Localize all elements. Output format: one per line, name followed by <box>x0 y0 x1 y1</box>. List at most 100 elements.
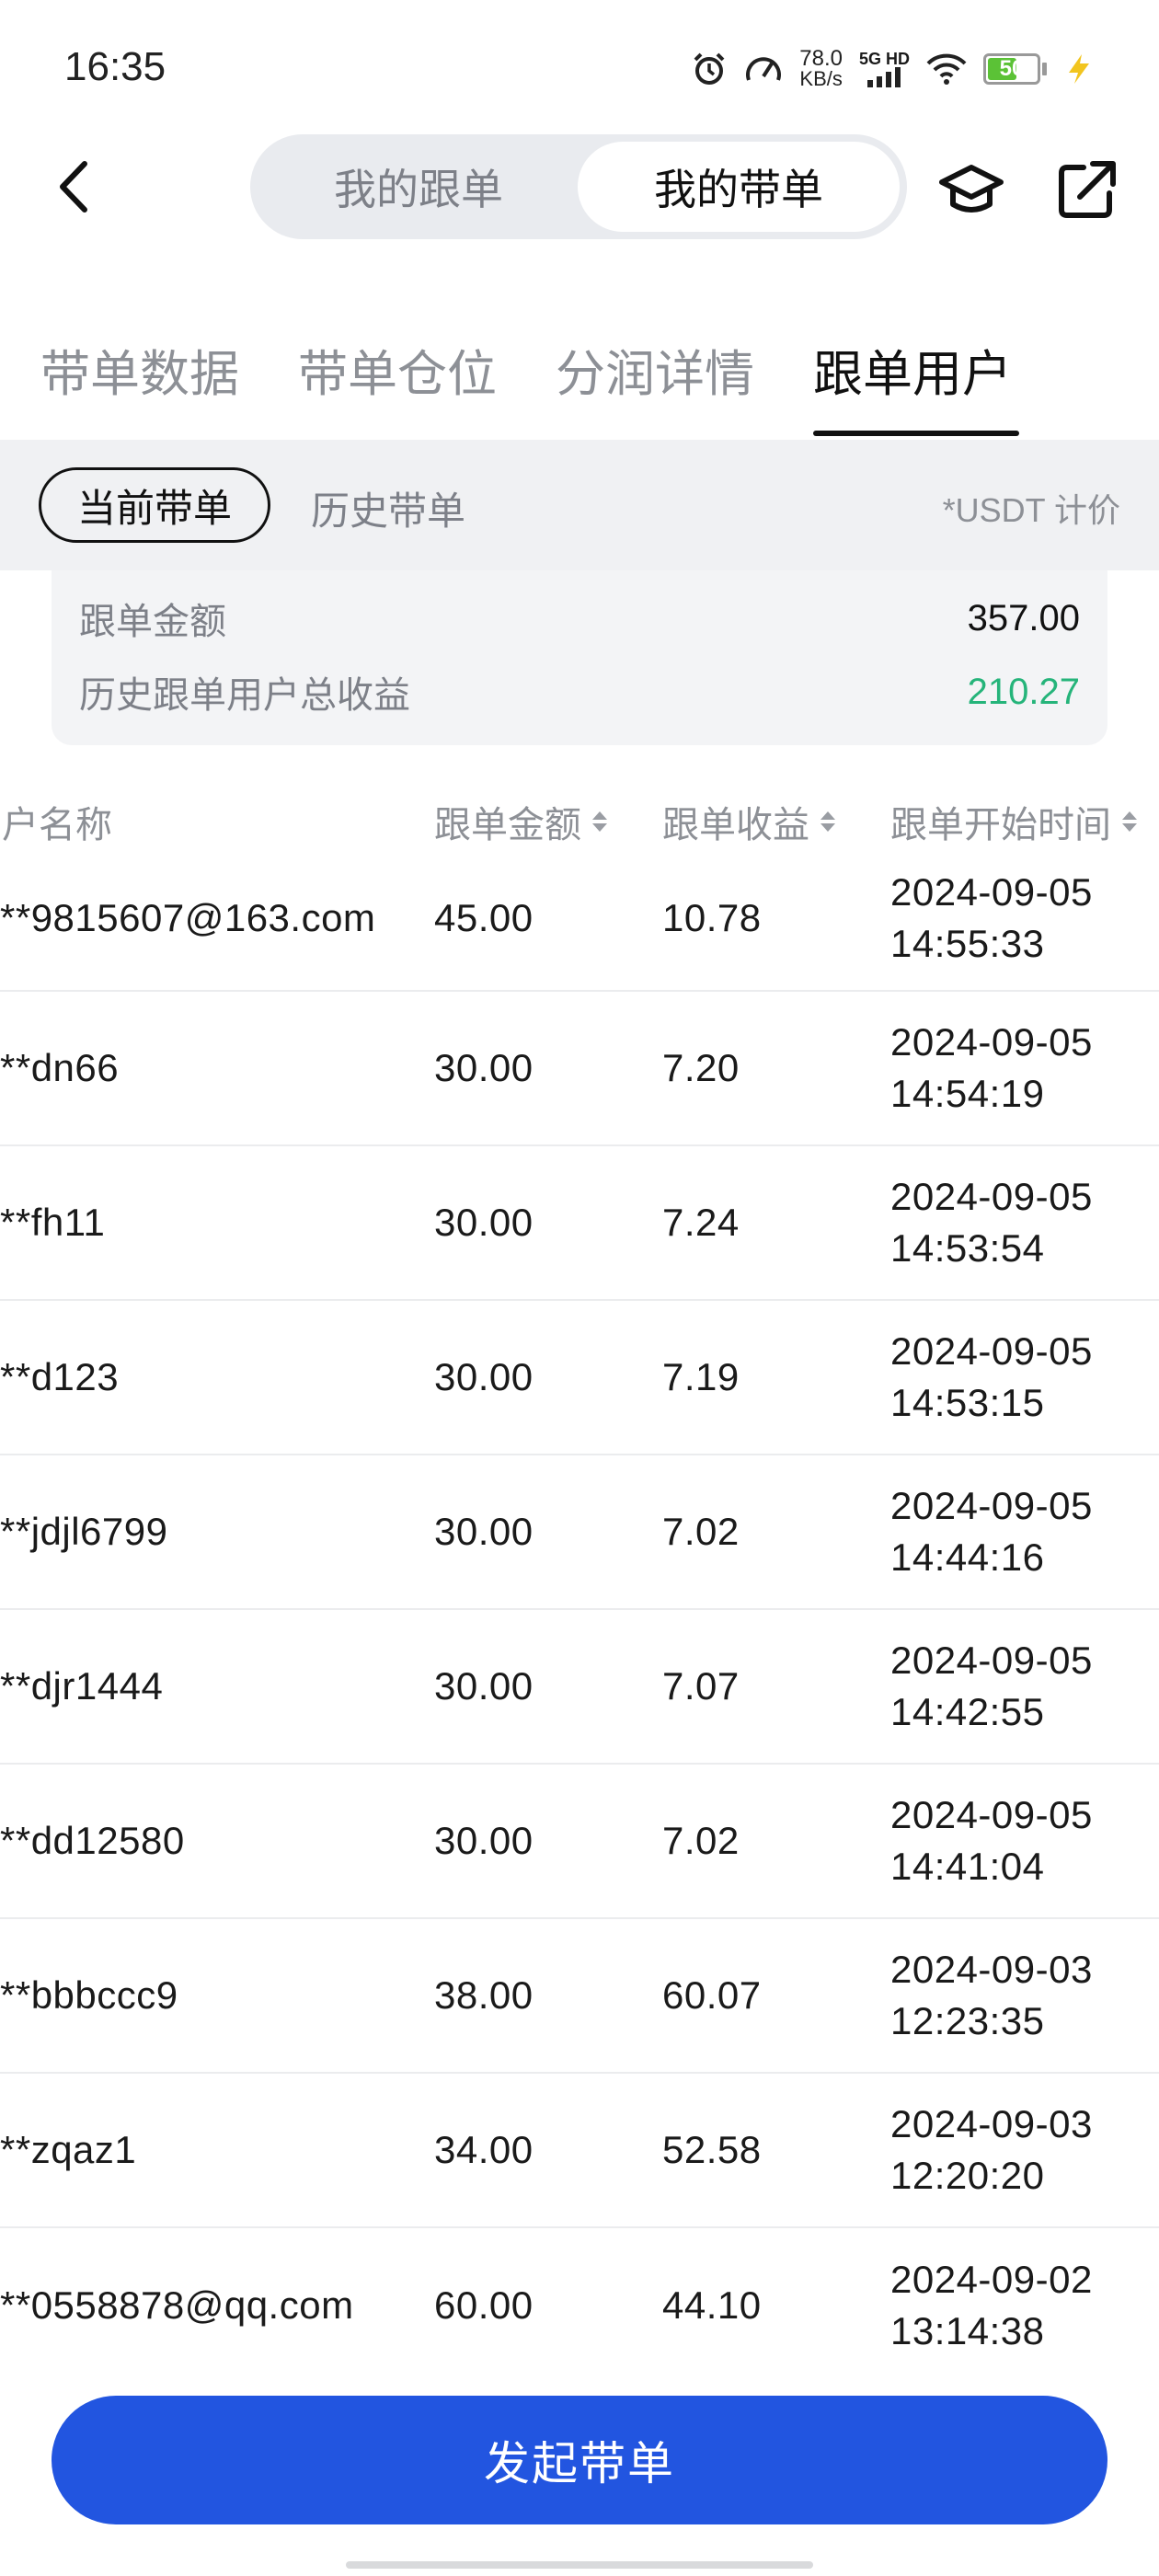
start-date: 2024-09-03 <box>890 2102 1093 2145</box>
alarm-icon <box>694 52 725 85</box>
tab-lead-data[interactable]: 带单数据 <box>40 333 239 406</box>
charging-icon <box>1069 54 1089 84</box>
start-date: 2024-09-05 <box>890 1020 1093 1064</box>
follow-amount: 30.00 <box>434 1355 534 1398</box>
follow-amount: 30.00 <box>434 1510 534 1553</box>
status-bar: 16:35 78.0 KB/s 5G HD 50 <box>0 0 1159 138</box>
user-name: **0558878@qq.com <box>0 2283 354 2327</box>
start-time: 2024-09-05 14:53:54 <box>890 1171 1093 1274</box>
start-date: 2024-09-02 <box>890 2258 1093 2301</box>
filter-history[interactable]: 历史带单 <box>311 480 465 536</box>
start-lead-button[interactable]: 发起带单 <box>52 2396 1107 2524</box>
user-name: **9815607@163.com <box>0 896 376 939</box>
start-clock: 12:23:35 <box>890 1999 1045 2042</box>
network-type: 5G HD <box>858 50 910 68</box>
user-name: **zqaz1 <box>0 2128 137 2171</box>
start-time: 2024-09-05 14:41:04 <box>890 1789 1093 1892</box>
start-clock: 13:14:38 <box>890 2309 1045 2352</box>
follow-amount: 30.00 <box>434 1201 534 1244</box>
start-clock: 14:41:04 <box>890 1845 1045 1888</box>
battery-icon: 50 <box>983 53 1047 85</box>
follow-profit: 7.02 <box>662 1510 740 1553</box>
share-icon[interactable] <box>1052 155 1122 224</box>
col-user-name: 用户名称 <box>0 795 112 848</box>
start-time: 2024-09-03 12:20:20 <box>890 2099 1093 2202</box>
table-row[interactable]: **dd12580 30.00 7.02 2024-09-05 14:41:04 <box>0 1765 1159 1919</box>
follow-profit: 44.10 <box>662 2283 762 2327</box>
follow-amount: 30.00 <box>434 1819 534 1862</box>
tab-bar: 带单数据 带单仓位 分润详情 跟单用户 <box>0 322 1159 442</box>
follow-amount: 38.00 <box>434 1973 534 2017</box>
segment-my-lead[interactable]: 我的带单 <box>578 142 900 232</box>
col-start-time-label: 跟单开始时间 <box>890 805 1111 845</box>
follow-amount: 34.00 <box>434 2128 534 2171</box>
start-clock: 14:53:15 <box>890 1381 1045 1424</box>
back-arrow-icon[interactable] <box>52 156 98 217</box>
table-row[interactable]: **d123 30.00 7.19 2024-09-05 14:53:15 <box>0 1301 1159 1455</box>
table-row[interactable]: **fh11 30.00 7.24 2024-09-05 14:53:54 <box>0 1146 1159 1301</box>
battery-level: 50 <box>999 56 1025 81</box>
start-time: 2024-09-05 14:42:55 <box>890 1635 1093 1738</box>
wifi-icon <box>926 53 967 85</box>
table-row[interactable]: **9815607@163.com 45.00 10.78 2024-09-05… <box>0 846 1159 992</box>
table-row[interactable]: **jdjl6799 30.00 7.02 2024-09-05 14:44:16 <box>0 1455 1159 1610</box>
start-date: 2024-09-05 <box>890 1793 1093 1836</box>
follow-profit: 7.20 <box>662 1046 740 1089</box>
user-name: **djr1444 <box>0 1664 164 1708</box>
net-speed: 78.0 KB/s <box>799 48 843 90</box>
sort-icon[interactable] <box>1122 811 1137 832</box>
table-row[interactable]: **zqaz1 34.00 52.58 2024-09-03 12:20:20 <box>0 2074 1159 2228</box>
unit-note: *USDT 计价 <box>942 491 1120 529</box>
start-date: 2024-09-03 <box>890 1948 1093 1991</box>
tab-lead-positions[interactable]: 带单仓位 <box>298 333 497 406</box>
start-time: 2024-09-05 14:53:15 <box>890 1326 1093 1429</box>
table-row[interactable]: **djr1444 30.00 7.07 2024-09-05 14:42:55 <box>0 1610 1159 1765</box>
status-time: 16:35 <box>64 44 166 89</box>
summary-follow-amount: 跟单金额 357.00 <box>79 591 1080 646</box>
start-clock: 14:42:55 <box>890 1690 1045 1733</box>
col-user-name-label: 用户名称 <box>0 805 112 845</box>
sort-icon[interactable] <box>820 811 835 832</box>
follow-amount-label: 跟单金额 <box>79 602 226 642</box>
net-speed-unit: KB/s <box>799 67 843 90</box>
start-date: 2024-09-05 <box>890 1329 1093 1373</box>
follow-amount: 30.00 <box>434 1664 534 1708</box>
start-time: 2024-09-05 14:44:16 <box>890 1480 1093 1583</box>
follower-list: **9815607@163.com 45.00 10.78 2024-09-05… <box>0 846 1159 2383</box>
follow-profit: 10.78 <box>662 896 762 939</box>
start-date: 2024-09-05 <box>890 1175 1093 1218</box>
graduation-cap-icon[interactable] <box>936 155 1006 224</box>
col-start-time[interactable]: 跟单开始时间 <box>890 795 1137 848</box>
table-header: 用户名称 跟单金额 跟单收益 跟单开始时间 <box>0 791 1159 846</box>
total-profit-value: 210.27 <box>967 671 1080 712</box>
summary-total-profit: 历史跟单用户总收益 210.27 <box>79 664 1080 719</box>
signal-icon <box>867 67 901 87</box>
follow-profit: 7.02 <box>662 1819 740 1862</box>
user-name: **dn66 <box>0 1046 120 1089</box>
tab-followers[interactable]: 跟单用户 <box>813 333 1012 406</box>
follow-profit: 7.07 <box>662 1664 740 1708</box>
follow-amount-value: 357.00 <box>967 597 1080 638</box>
start-time: 2024-09-05 14:55:33 <box>890 867 1093 970</box>
col-follow-amount[interactable]: 跟单金额 <box>434 795 607 848</box>
start-clock: 14:44:16 <box>890 1535 1045 1579</box>
follow-profit: 60.07 <box>662 1973 762 2017</box>
start-time: 2024-09-02 13:14:38 <box>890 2254 1093 2357</box>
follow-profit: 7.19 <box>662 1355 740 1398</box>
segment-my-follow[interactable]: 我的跟单 <box>258 142 580 232</box>
start-clock: 14:55:33 <box>890 922 1045 965</box>
table-row[interactable]: **bbbccc9 38.00 60.07 2024-09-03 12:23:35 <box>0 1919 1159 2074</box>
col-follow-profit[interactable]: 跟单收益 <box>662 795 835 848</box>
follow-amount: 30.00 <box>434 1046 534 1089</box>
speedometer-icon <box>746 57 782 81</box>
home-indicator[interactable] <box>346 2561 813 2569</box>
table-row[interactable]: **0558878@qq.com 60.00 44.10 2024-09-02 1… <box>0 2228 1159 2383</box>
total-profit-label: 历史跟单用户总收益 <box>79 675 410 716</box>
user-name: **dd12580 <box>0 1819 185 1862</box>
table-row[interactable]: **dn66 30.00 7.20 2024-09-05 14:54:19 <box>0 992 1159 1146</box>
sort-icon[interactable] <box>592 811 607 832</box>
network-indicator: 5G HD <box>859 51 910 87</box>
filter-current[interactable]: 当前带单 <box>39 467 270 543</box>
tab-profit-share[interactable]: 分润详情 <box>556 333 754 406</box>
user-name: **bbbccc9 <box>0 1973 178 2017</box>
